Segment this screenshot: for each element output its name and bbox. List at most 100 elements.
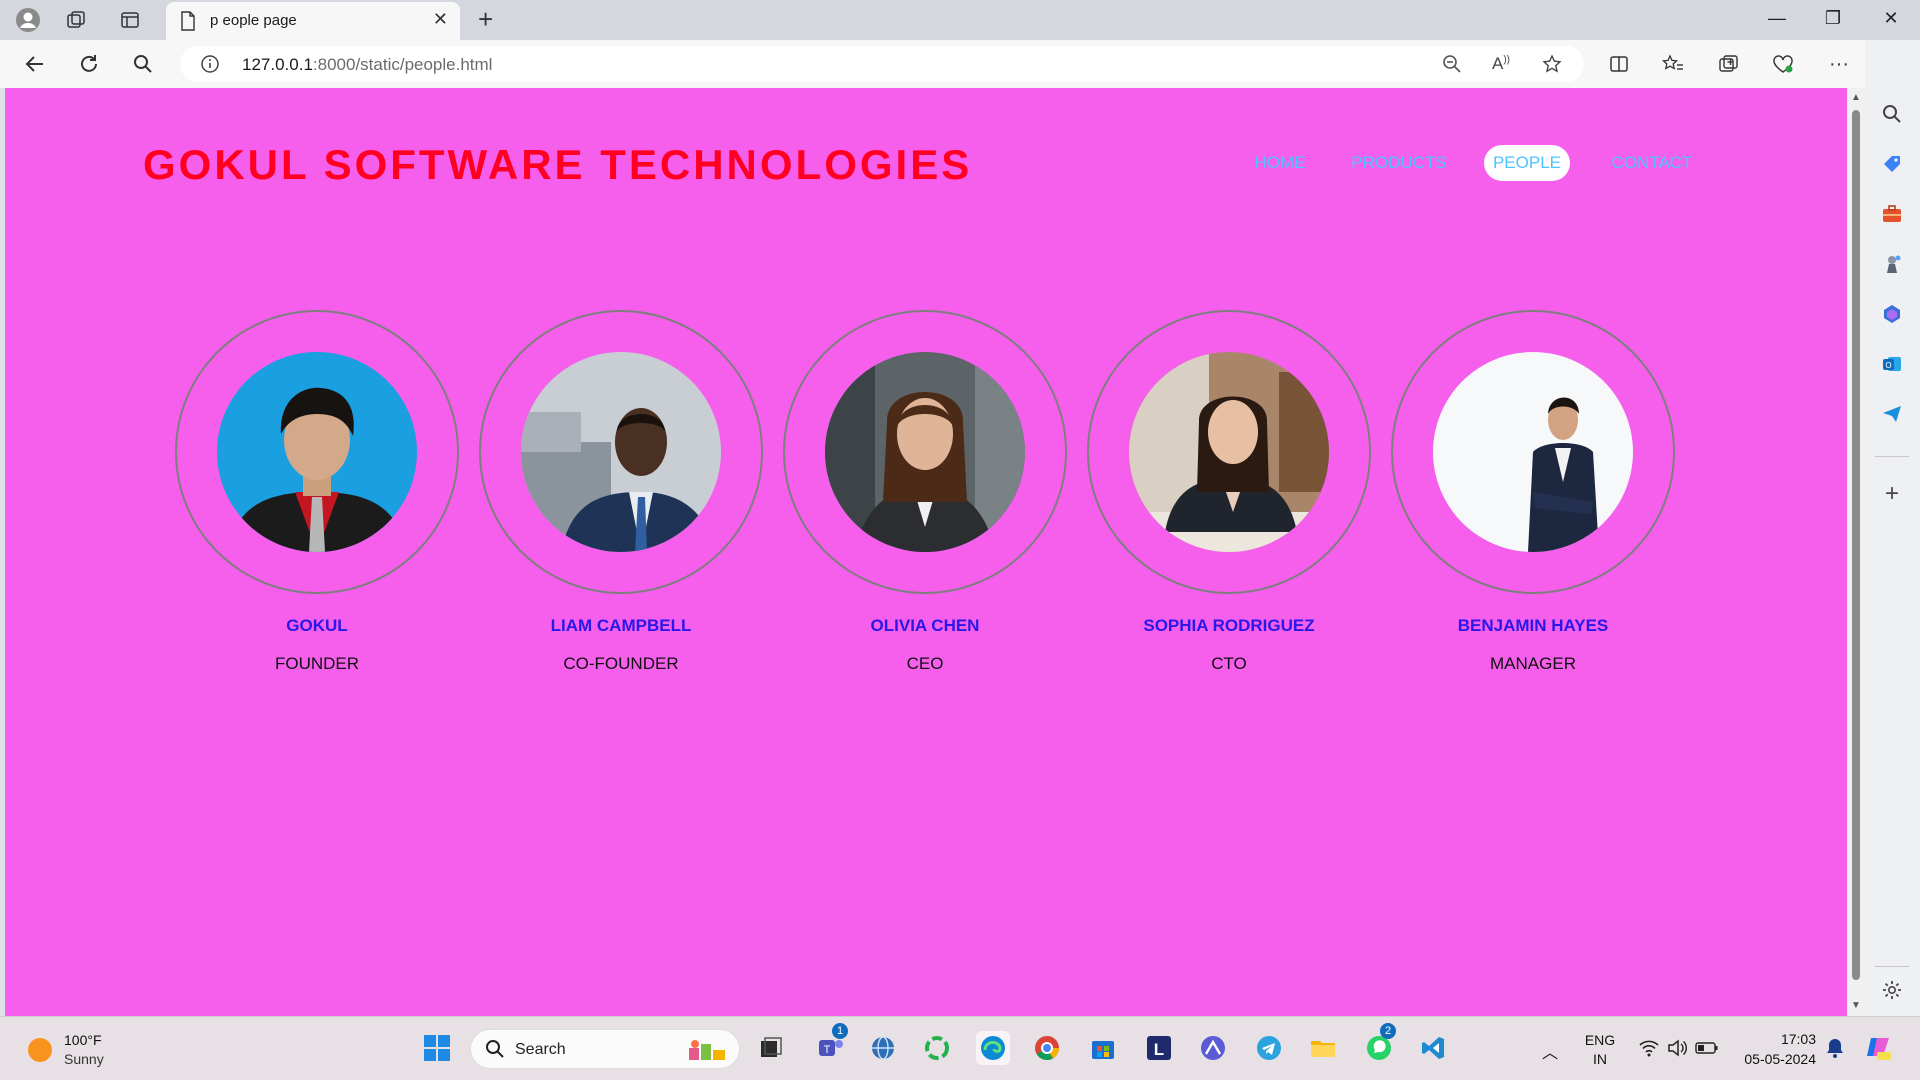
browser-toolbar: 127.0.0.1:8000/static/people.html A)) ··… [0, 40, 1920, 88]
microsoft-store-icon[interactable] [1086, 1031, 1120, 1065]
search-icon[interactable] [128, 50, 158, 78]
person-name: BENJAMIN HAYES [1457, 616, 1609, 635]
network-globe-icon[interactable] [866, 1031, 900, 1065]
page-scrollbar[interactable]: ▲ ▼ [1847, 88, 1865, 1016]
brand-title: GOKUL SOFTWARE TECHNOLOGIES [143, 141, 973, 188]
site-info-icon[interactable] [200, 54, 220, 79]
notification-bell-icon[interactable] [1818, 1031, 1852, 1065]
tools-briefcase-icon[interactable] [1878, 200, 1906, 228]
restore-icon[interactable]: ❐ [1818, 8, 1848, 29]
scroll-up-icon[interactable]: ▲ [1851, 92, 1861, 103]
collections-icon[interactable] [1714, 50, 1744, 78]
browser-tab-bar: p eople page ✕ + — ❐ ✕ [0, 0, 1920, 40]
active-tab[interactable]: p eople page ✕ [166, 2, 460, 40]
weather-sun-icon[interactable] [28, 1038, 52, 1062]
zoom-out-icon[interactable] [1442, 54, 1462, 79]
web-page: GOKUL SOFTWARE TECHNOLOGIES HOME PRODUCT… [5, 88, 1847, 1016]
show-hidden-icons-chevron-icon[interactable]: ︿ [1542, 1039, 1558, 1063]
whatsapp-badge: 2 [1380, 1023, 1396, 1039]
person-photo [1433, 352, 1633, 552]
person-role: CO-FOUNDER [563, 654, 679, 673]
svg-text:L: L [1154, 1040, 1164, 1059]
back-arrow-icon[interactable] [20, 50, 50, 78]
person-photo [1129, 352, 1329, 552]
tab-title: p eople page [210, 12, 297, 29]
new-tab-button[interactable]: + [478, 4, 493, 35]
url-host: 127.0.0.1 [242, 55, 313, 74]
tab-close-icon[interactable]: ✕ [433, 9, 448, 30]
vertical-tabs-icon[interactable] [116, 6, 144, 34]
person-name: LIAM CAMPBELL [550, 616, 692, 635]
clock-time: 17:03 [1780, 1031, 1816, 1047]
taskbar-search-box[interactable]: Search [470, 1029, 740, 1069]
split-screen-icon[interactable] [1604, 50, 1634, 78]
task-view-icon[interactable] [754, 1031, 788, 1065]
copilot-preview-icon[interactable] [1862, 1031, 1896, 1065]
vscode-icon[interactable] [1416, 1031, 1450, 1065]
taskbar-search-label: Search [515, 1041, 566, 1058]
nav-home-link[interactable]: HOME [1245, 145, 1315, 181]
sidebar-search-icon[interactable] [1878, 100, 1906, 128]
favorites-icon[interactable] [1658, 50, 1688, 78]
svg-text:O: O [1885, 361, 1891, 370]
person-role: MANAGER [1490, 654, 1576, 673]
url-path: :8000/static/people.html [312, 55, 493, 74]
person-name: GOKUL [286, 616, 348, 635]
telegram-icon[interactable] [1252, 1031, 1286, 1065]
favorite-star-icon[interactable] [1542, 54, 1562, 79]
refresh-icon[interactable] [74, 50, 104, 78]
person-role: CEO [906, 654, 944, 673]
shopping-tag-icon[interactable] [1878, 150, 1906, 178]
l-app-icon[interactable]: L [1142, 1031, 1176, 1065]
weather-temperature[interactable]: 100°F [64, 1032, 102, 1048]
outlook-icon[interactable]: O [1878, 350, 1906, 378]
edge-browser-icon[interactable] [976, 1031, 1010, 1065]
search-highlight-icon [687, 1038, 729, 1067]
scrollbar-thumb[interactable] [1852, 110, 1860, 980]
nav-contact-link[interactable]: CONTACT [1602, 145, 1702, 181]
send-icon[interactable] [1878, 400, 1906, 428]
volume-icon[interactable] [1660, 1031, 1694, 1065]
microsoft-365-icon[interactable] [1878, 300, 1906, 328]
sidebar-settings-gear-icon[interactable] [1878, 976, 1906, 1004]
url-text[interactable]: 127.0.0.1:8000/static/people.html [242, 55, 492, 75]
person-photo [521, 352, 721, 552]
file-explorer-icon[interactable] [1306, 1031, 1340, 1065]
svg-text:T: T [824, 1044, 831, 1056]
battery-icon[interactable] [1690, 1031, 1724, 1065]
workspaces-icon[interactable] [62, 6, 90, 34]
page-document-icon [180, 11, 196, 36]
sidebar-divider [1875, 456, 1909, 457]
add-sidebar-app-icon[interactable]: + [1878, 480, 1906, 508]
windows-taskbar: 100°F Sunny Search T 1 L 2 ︿ ENG IN 17:0… [0, 1016, 1920, 1080]
nav-people-link[interactable]: PEOPLE [1484, 145, 1570, 181]
read-aloud-icon[interactable]: A)) [1492, 54, 1510, 74]
profile-icon[interactable] [14, 6, 42, 34]
vpn-app-icon[interactable] [1196, 1031, 1230, 1065]
minimize-icon[interactable]: — [1762, 8, 1792, 29]
person-name: OLIVIA CHEN [870, 616, 980, 635]
clock-date: 05-05-2024 [1744, 1051, 1816, 1067]
sync-app-icon[interactable] [920, 1031, 954, 1065]
games-icon[interactable] [1878, 250, 1906, 278]
scroll-down-icon[interactable]: ▼ [1851, 1000, 1861, 1011]
nav-products-link[interactable]: PRODUCTS [1343, 145, 1455, 181]
system-clock[interactable]: 17:03 05-05-2024 [1736, 1031, 1816, 1067]
browser-essentials-icon[interactable] [1768, 50, 1798, 78]
more-menu-icon[interactable]: ··· [1824, 50, 1854, 78]
person-role: FOUNDER [274, 654, 360, 673]
taskbar-search-icon [485, 1039, 505, 1064]
chrome-icon[interactable] [1030, 1031, 1064, 1065]
window-close-icon[interactable]: ✕ [1876, 8, 1906, 29]
person-photo [825, 352, 1025, 552]
sidebar-divider [1875, 966, 1909, 967]
person-photo [217, 352, 417, 552]
weather-condition[interactable]: Sunny [64, 1051, 104, 1067]
language-region[interactable]: IN [1582, 1051, 1618, 1067]
address-bar[interactable]: 127.0.0.1:8000/static/people.html A)) [180, 46, 1584, 82]
language-primary[interactable]: ENG [1582, 1032, 1618, 1048]
windows-start-icon[interactable] [420, 1031, 454, 1065]
edge-sidebar: O + [1865, 40, 1920, 1016]
person-role: CTO [1211, 654, 1247, 673]
person-name: SOPHIA RODRIGUEZ [1143, 616, 1315, 635]
